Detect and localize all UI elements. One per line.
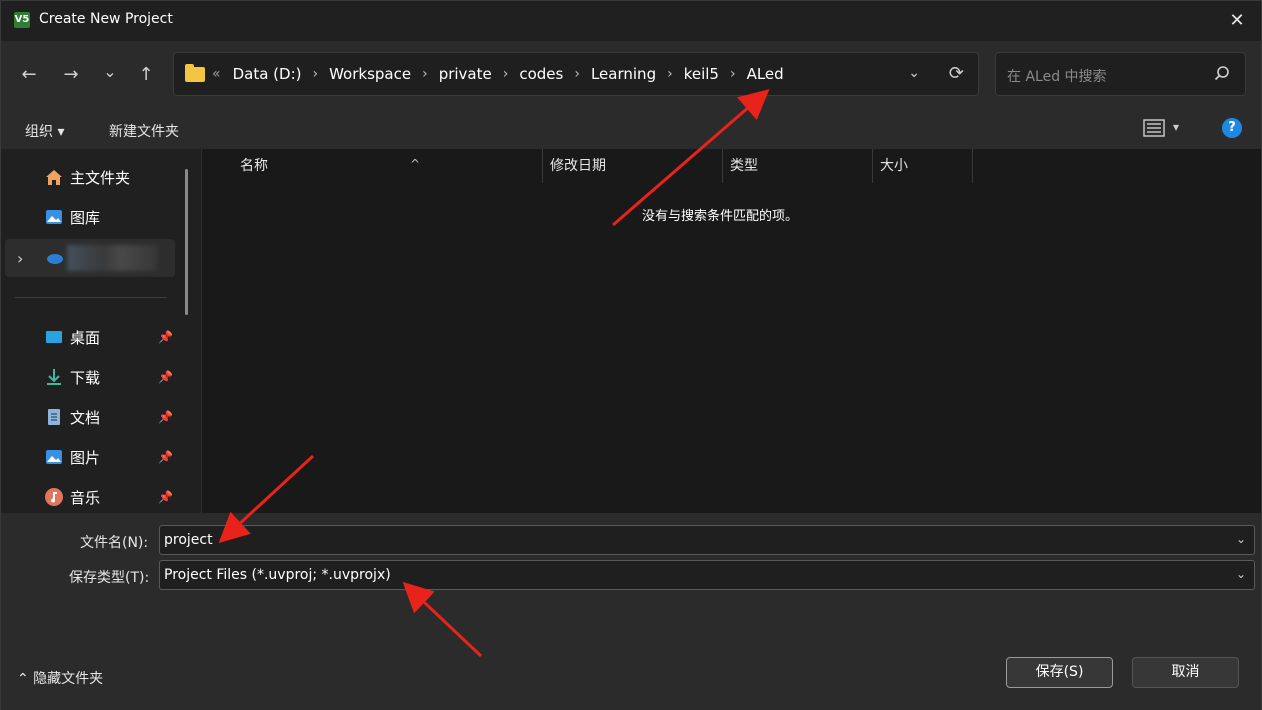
navigation-pane: 主文件夹 图库 › 桌面 📌 下载 📌 文档 📌 图片 📌 音乐 📌 xyxy=(1,149,201,513)
chevron-right-icon: › xyxy=(574,66,580,82)
sidebar-item-music[interactable]: 音乐 📌 xyxy=(1,479,176,515)
chevron-right-icon: › xyxy=(422,66,428,82)
file-list: 名称 ^ 修改日期 类型 大小 没有与搜索条件匹配的项。 xyxy=(201,149,1261,513)
column-header-size[interactable]: 大小 xyxy=(872,149,972,183)
download-icon xyxy=(47,369,61,385)
chevron-right-icon: › xyxy=(502,66,509,82)
up-arrow-icon[interactable]: ↑ xyxy=(132,63,160,87)
forward-arrow-icon[interactable]: → xyxy=(57,63,85,87)
pin-icon[interactable]: 📌 xyxy=(158,450,173,464)
sidebar-item-label: 图库 xyxy=(70,208,101,227)
new-folder-button[interactable]: 新建文件夹 xyxy=(109,121,179,141)
breadcrumb-item[interactable]: Learning xyxy=(591,65,656,83)
help-icon[interactable]: ? xyxy=(1222,118,1242,138)
sidebar-item-desktop[interactable]: 桌面 📌 xyxy=(1,319,176,355)
view-options-icon[interactable] xyxy=(1143,119,1165,137)
pin-icon[interactable]: 📌 xyxy=(158,370,173,384)
create-project-dialog: V5 Create New Project ✕ ← → ⌄ ↑ « Data (… xyxy=(0,0,1262,710)
sidebar-item-label: 桌面 xyxy=(70,328,101,347)
cancel-button[interactable]: 取消 xyxy=(1132,657,1239,688)
blurred-account-name xyxy=(67,245,157,271)
chevron-right-icon: › xyxy=(729,66,736,82)
pin-icon[interactable]: 📌 xyxy=(158,330,173,344)
sidebar-item-cloud[interactable]: › xyxy=(5,239,175,277)
expand-chevron-icon[interactable]: › xyxy=(17,249,23,268)
sidebar-item-pictures[interactable]: 图片 📌 xyxy=(1,439,176,475)
chevron-down-icon[interactable]: ⌄ xyxy=(1236,567,1246,581)
search-icon[interactable] xyxy=(1213,65,1231,83)
sidebar-item-downloads[interactable]: 下载 📌 xyxy=(1,359,176,395)
navigation-bar: ← → ⌄ ↑ « Data (D:) › Workspace › privat… xyxy=(1,41,1261,109)
chevron-right-icon: › xyxy=(667,66,673,82)
filename-field[interactable]: project ⌄ xyxy=(159,525,1255,555)
breadcrumb-item[interactable]: keil5 xyxy=(684,65,719,83)
desktop-icon xyxy=(46,331,62,343)
sort-ascending-icon: ^ xyxy=(410,157,421,171)
filetype-label: 保存类型(T): xyxy=(69,570,150,586)
breadcrumb-overflow[interactable]: « xyxy=(212,66,221,82)
pin-icon[interactable]: 📌 xyxy=(158,410,173,424)
document-icon xyxy=(48,409,60,425)
search-input[interactable]: 在 ALed 中搜索 xyxy=(995,52,1246,96)
organize-button[interactable]: 组织 ▾ xyxy=(25,121,64,141)
sidebar-item-label: 下载 xyxy=(70,368,101,387)
save-form: 文件名(N): project ⌄ 保存类型(T): Project Files… xyxy=(1,513,1261,710)
music-icon xyxy=(45,488,63,506)
command-bar: 组织 ▾ 新建文件夹 ▾ ? xyxy=(1,109,1261,149)
filename-value: project xyxy=(164,532,213,548)
title-bar: V5 Create New Project ✕ xyxy=(1,1,1261,41)
sidebar-scrollbar[interactable] xyxy=(185,169,188,315)
column-divider[interactable] xyxy=(972,149,973,183)
sidebar-item-documents[interactable]: 文档 📌 xyxy=(1,399,176,435)
chevron-down-icon[interactable]: ⌄ xyxy=(1236,532,1246,546)
breadcrumb-item[interactable]: Data (D:) xyxy=(233,65,302,83)
filename-label: 文件名(N): xyxy=(80,535,149,551)
window-title: Create New Project xyxy=(39,11,173,27)
view-dropdown-icon[interactable]: ▾ xyxy=(1173,120,1179,134)
sidebar-item-home[interactable]: 主文件夹 xyxy=(1,159,176,195)
hide-folders-button[interactable]: ⌃ 隐藏文件夹 xyxy=(17,668,103,688)
sidebar-item-label: 音乐 xyxy=(70,488,101,507)
breadcrumb: « Data (D:) › Workspace › private › code… xyxy=(212,65,784,83)
close-icon[interactable]: ✕ xyxy=(1225,9,1249,33)
cloud-icon xyxy=(47,254,63,264)
breadcrumb-item[interactable]: Workspace xyxy=(329,65,411,83)
search-placeholder: 在 ALed 中搜索 xyxy=(1007,69,1107,85)
empty-folder-message: 没有与搜索条件匹配的项。 xyxy=(642,209,799,224)
column-header-modified[interactable]: 修改日期 xyxy=(542,149,722,183)
filetype-value: Project Files (*.uvproj; *.uvprojx) xyxy=(164,567,391,583)
filetype-select[interactable]: Project Files (*.uvproj; *.uvprojx) ⌄ xyxy=(159,560,1255,590)
recent-locations-chevron-icon[interactable]: ⌄ xyxy=(96,60,124,84)
column-name-label: 名称 xyxy=(240,158,268,174)
sidebar-item-label: 文档 xyxy=(70,408,101,427)
sidebar-item-gallery[interactable]: 图库 xyxy=(1,199,176,235)
folder-icon xyxy=(185,64,205,82)
refresh-icon[interactable]: ⟳ xyxy=(949,63,964,84)
address-bar[interactable]: « Data (D:) › Workspace › private › code… xyxy=(173,52,979,96)
sidebar-item-label: 主文件夹 xyxy=(70,168,131,187)
address-dropdown-icon[interactable]: ⌄ xyxy=(908,65,920,81)
column-header-name[interactable]: 名称 ^ xyxy=(232,149,542,183)
keil-app-icon: V5 xyxy=(14,12,30,28)
sidebar-item-label: 图片 xyxy=(70,448,101,467)
home-icon xyxy=(46,170,62,185)
column-header-type[interactable]: 类型 xyxy=(722,149,872,183)
chevron-right-icon: › xyxy=(312,66,319,82)
breadcrumb-item[interactable]: codes xyxy=(519,65,563,83)
save-button[interactable]: 保存(S) xyxy=(1006,657,1113,688)
gallery-icon xyxy=(46,210,62,224)
breadcrumb-item-current[interactable]: ALed xyxy=(747,65,784,83)
pictures-icon xyxy=(46,450,62,464)
pin-icon[interactable]: 📌 xyxy=(158,490,173,504)
sidebar-divider xyxy=(15,297,167,298)
breadcrumb-item[interactable]: private xyxy=(439,65,492,83)
back-arrow-icon[interactable]: ← xyxy=(15,63,43,87)
